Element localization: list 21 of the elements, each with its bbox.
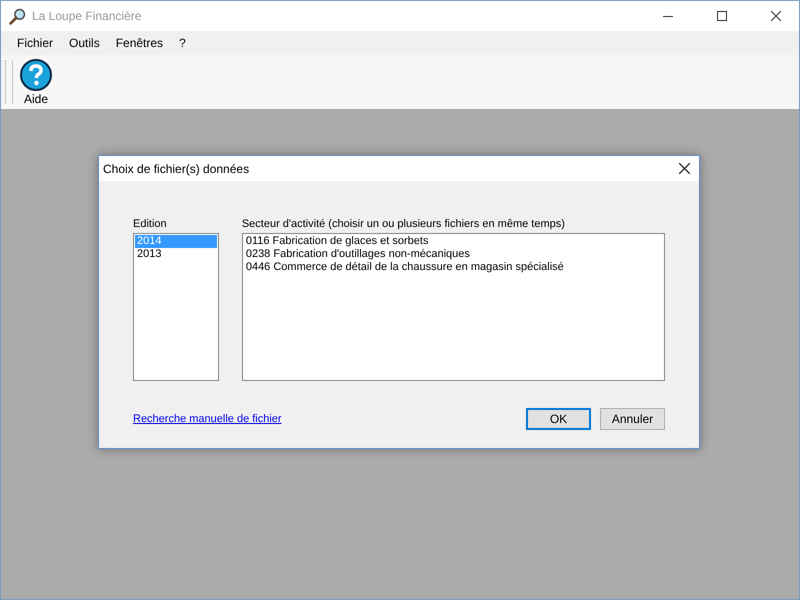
ok-button[interactable]: OK [526, 408, 591, 430]
menu-item[interactable]: Fichier [9, 36, 62, 50]
list-item[interactable]: 2013 [135, 248, 217, 261]
sector-list[interactable]: 0116 Fabrication de glaces et sorbets 0238 Fabrication d'outillages non-mécaniques 0446 Commerce de détail de la chaussure en magasin spécialisé [242, 233, 665, 381]
edition-list[interactable]: 2014 2013 [133, 233, 219, 381]
list-item[interactable]: 0116 Fabrication de glaces et sorbets [244, 235, 663, 248]
help-button[interactable]: Aide [17, 56, 55, 108]
menu-item[interactable]: ? [171, 36, 194, 50]
help-icon [20, 58, 52, 90]
magnifier-icon [9, 8, 26, 24]
menu-item[interactable]: Fenêtres [108, 36, 172, 50]
window-title: La Loupe Financière [32, 9, 142, 23]
close-icon[interactable] [679, 163, 690, 174]
sector-label: Secteur d'activité (choisir un ou plusieurs fichiers en même temps) [242, 218, 566, 230]
edition-label: Edition [133, 218, 168, 230]
menu-item[interactable]: Outils [61, 36, 108, 50]
cancel-button[interactable]: Annuler [600, 408, 665, 430]
list-item[interactable]: 0446 Commerce de détail de la chaussure en magasin spécialisé [244, 261, 663, 274]
dialog-title: Choix de fichier(s) données [103, 162, 250, 176]
list-item[interactable]: 0238 Fabrication d'outillages non-mécaniques [244, 248, 663, 261]
manual-search-link[interactable]: Recherche manuelle de fichier [133, 413, 282, 425]
